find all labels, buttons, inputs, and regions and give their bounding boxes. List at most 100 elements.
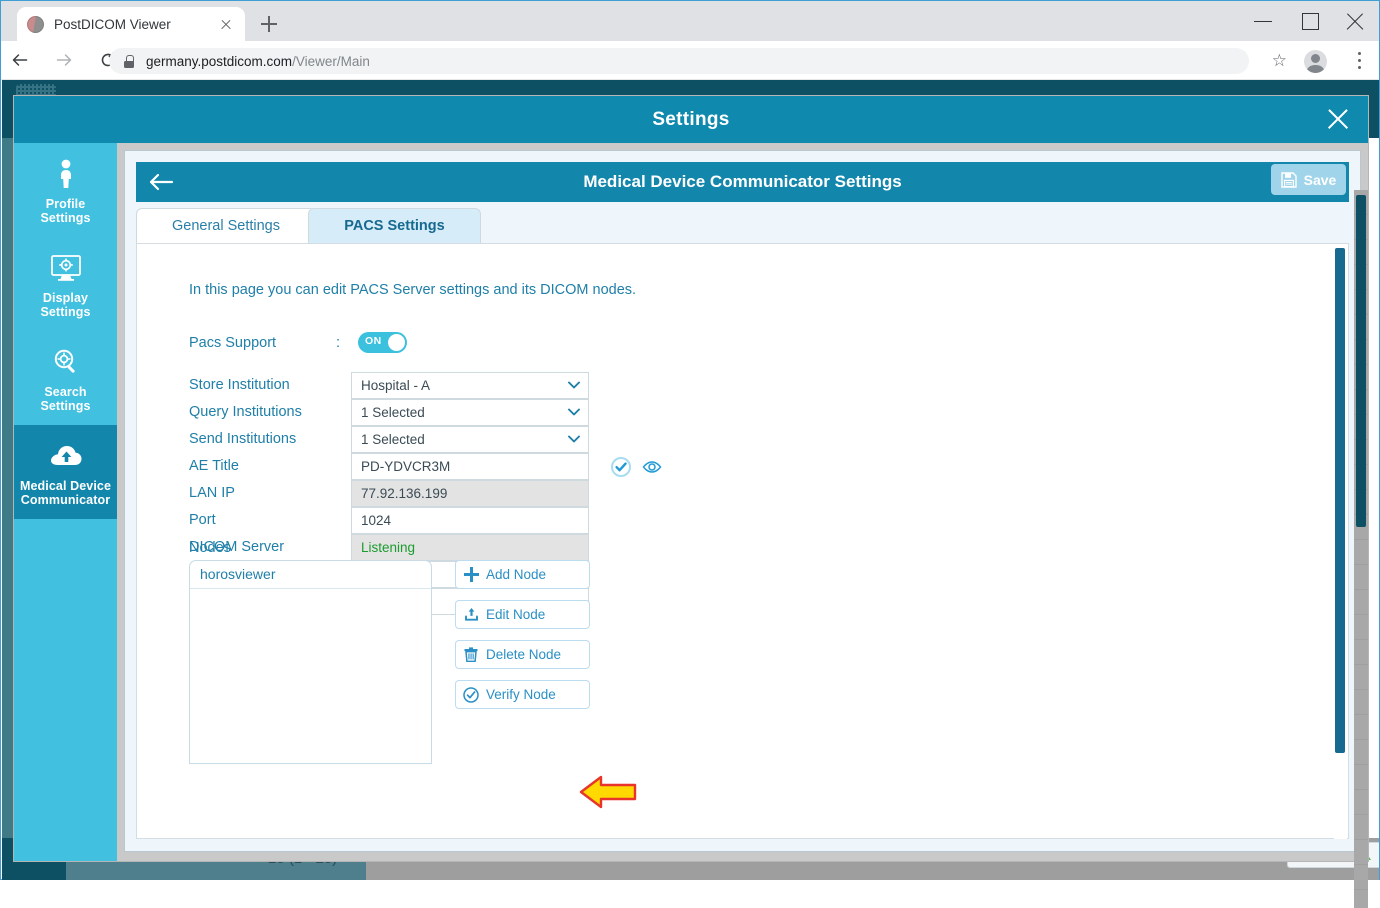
modal-header: Settings xyxy=(14,96,1368,143)
save-button-label: Save xyxy=(1303,171,1337,188)
sidebar-item-medical-device-communicator[interactable]: Medical Device Communicator xyxy=(14,425,117,519)
nodes-list[interactable]: horosviewer xyxy=(189,560,432,764)
field-row-query-institutions: Query Institutions 1 Selected xyxy=(189,399,709,426)
window-close-button[interactable] xyxy=(1333,1,1379,41)
field-label: AE Title xyxy=(189,458,239,474)
sidebar-item-search-settings[interactable]: Search Settings xyxy=(14,331,117,425)
lock-icon xyxy=(123,54,135,68)
node-actions: Add Node Edit Node Delete Node Verify No… xyxy=(455,560,590,720)
tab-general-settings[interactable]: General Settings xyxy=(136,208,316,244)
field-row-lan-ip: LAN IP 77.92.136.199 xyxy=(189,480,709,507)
browser-tab[interactable]: PostDICOM Viewer xyxy=(17,7,245,41)
search-gear-icon xyxy=(18,345,113,379)
sidebar-item-label: Search Settings xyxy=(40,385,91,413)
cloud-upload-icon xyxy=(18,439,113,473)
node-button-label: Delete Node xyxy=(486,647,562,662)
store-institution-select[interactable]: Hospital - A xyxy=(351,372,589,399)
sidebar-item-label: Medical Device Communicator xyxy=(19,479,112,507)
person-icon xyxy=(18,157,113,191)
delete-node-button[interactable]: Delete Node xyxy=(455,640,590,669)
back-button[interactable] xyxy=(1,41,39,80)
url-host: germany.postdicom.com xyxy=(146,53,293,69)
field-row-ae-title: AE Title PD-YDVCR3M xyxy=(189,453,709,480)
back-arrow-icon xyxy=(12,52,29,69)
settings-tabs: General Settings PACS Settings xyxy=(136,208,1349,244)
node-button-label: Verify Node xyxy=(486,687,556,702)
forward-button[interactable] xyxy=(45,41,83,80)
field-value: Hospital - A xyxy=(361,378,431,393)
pacs-support-state: ON xyxy=(365,335,382,347)
content-scrollbar-thumb[interactable] xyxy=(1335,248,1345,753)
chevron-down-icon xyxy=(568,381,580,389)
modal-scrollbar-thumb[interactable] xyxy=(1356,195,1366,527)
field-row-port: Port 1024 xyxy=(189,507,709,534)
postdicom-favicon xyxy=(27,15,44,33)
field-value: 1024 xyxy=(361,513,392,528)
back-arrow-icon[interactable] xyxy=(148,171,174,193)
port-input[interactable]: 1024 xyxy=(351,507,589,534)
content-scrollbar-track[interactable] xyxy=(1334,245,1347,839)
settings-panel: Medical Device Communicator Settings Gen… xyxy=(125,151,1360,851)
sidebar-item-profile-settings[interactable]: Profile Settings xyxy=(14,143,117,237)
pacs-settings-content: In this page you can edit PACS Server se… xyxy=(136,243,1349,839)
node-button-label: Add Node xyxy=(486,567,547,582)
pacs-support-toggle[interactable]: ON xyxy=(358,332,407,353)
dicom-server-status: Listening xyxy=(351,534,589,561)
pacs-support-label: Pacs Support xyxy=(189,334,277,351)
pacs-support-row: Pacs Support : ON xyxy=(189,332,407,353)
tab-title: PostDICOM Viewer xyxy=(54,16,171,32)
nodes-label: Nodes xyxy=(189,540,231,556)
field-label: Port xyxy=(189,512,216,528)
browser-toolbar: germany.postdicom.com/Viewer/Main ☆ xyxy=(1,41,1379,80)
floppy-disk-icon xyxy=(1280,171,1297,188)
add-node-button[interactable]: Add Node xyxy=(455,560,590,589)
chevron-down-icon xyxy=(568,408,580,416)
modal-body: Profile Settings Display Settings Search… xyxy=(14,143,1368,908)
chevron-down-icon xyxy=(568,435,580,443)
forward-arrow-icon xyxy=(56,52,73,69)
edit-upload-icon xyxy=(456,607,486,622)
intro-text: In this page you can edit PACS Server se… xyxy=(189,282,637,298)
field-label: Query Institutions xyxy=(189,404,302,420)
pacs-support-colon: : xyxy=(336,334,341,351)
sidebar-item-display-settings[interactable]: Display Settings xyxy=(14,237,117,331)
verify-node-button[interactable]: Verify Node xyxy=(455,680,590,709)
field-row-store-institution: Store Institution Hospital - A xyxy=(189,372,709,399)
new-tab-button[interactable] xyxy=(257,12,281,36)
minimize-button[interactable] xyxy=(1241,1,1287,41)
field-value: 77.92.136.199 xyxy=(361,486,448,501)
eye-icon[interactable] xyxy=(642,457,662,477)
browser-menu-icon[interactable] xyxy=(1358,52,1362,70)
panel-header: Medical Device Communicator Settings xyxy=(136,162,1349,202)
annotation-left-arrow-icon xyxy=(579,771,637,813)
status-badge: Listening xyxy=(361,540,416,555)
send-institutions-select[interactable]: 1 Selected xyxy=(351,426,589,453)
window-controls xyxy=(1241,1,1379,41)
field-row-dicom-server: DICOM Server Listening xyxy=(189,534,709,561)
field-label: Store Institution xyxy=(189,377,290,393)
sidebar-item-label: Profile Settings xyxy=(40,197,91,225)
edit-node-button[interactable]: Edit Node xyxy=(455,600,590,629)
save-button[interactable]: Save xyxy=(1271,164,1346,195)
field-value: PD-YDVCR3M xyxy=(361,459,451,474)
check-circle-icon[interactable] xyxy=(611,457,631,477)
maximize-button[interactable] xyxy=(1287,1,1333,41)
url-path: /Viewer/Main xyxy=(292,53,370,69)
ae-title-input[interactable]: PD-YDVCR3M xyxy=(351,453,589,480)
profile-avatar[interactable] xyxy=(1304,50,1327,73)
panel-title: Medical Device Communicator Settings xyxy=(583,172,902,191)
list-item[interactable]: horosviewer xyxy=(190,561,431,589)
modal-close-icon[interactable] xyxy=(1318,99,1358,139)
tab-pacs-settings[interactable]: PACS Settings xyxy=(308,208,481,244)
bookmark-star-icon[interactable]: ☆ xyxy=(1272,52,1287,69)
tab-close-icon[interactable] xyxy=(217,15,235,33)
address-bar[interactable]: germany.postdicom.com/Viewer/Main xyxy=(109,48,1249,74)
plus-icon xyxy=(456,567,486,582)
query-institutions-select[interactable]: 1 Selected xyxy=(351,399,589,426)
trash-icon xyxy=(456,647,486,662)
field-value: 1 Selected xyxy=(361,432,425,447)
browser-titlebar: PostDICOM Viewer xyxy=(1,1,1379,41)
field-label: Send Institutions xyxy=(189,431,297,447)
url-text: germany.postdicom.com/Viewer/Main xyxy=(146,54,370,69)
field-value: 1 Selected xyxy=(361,405,425,420)
